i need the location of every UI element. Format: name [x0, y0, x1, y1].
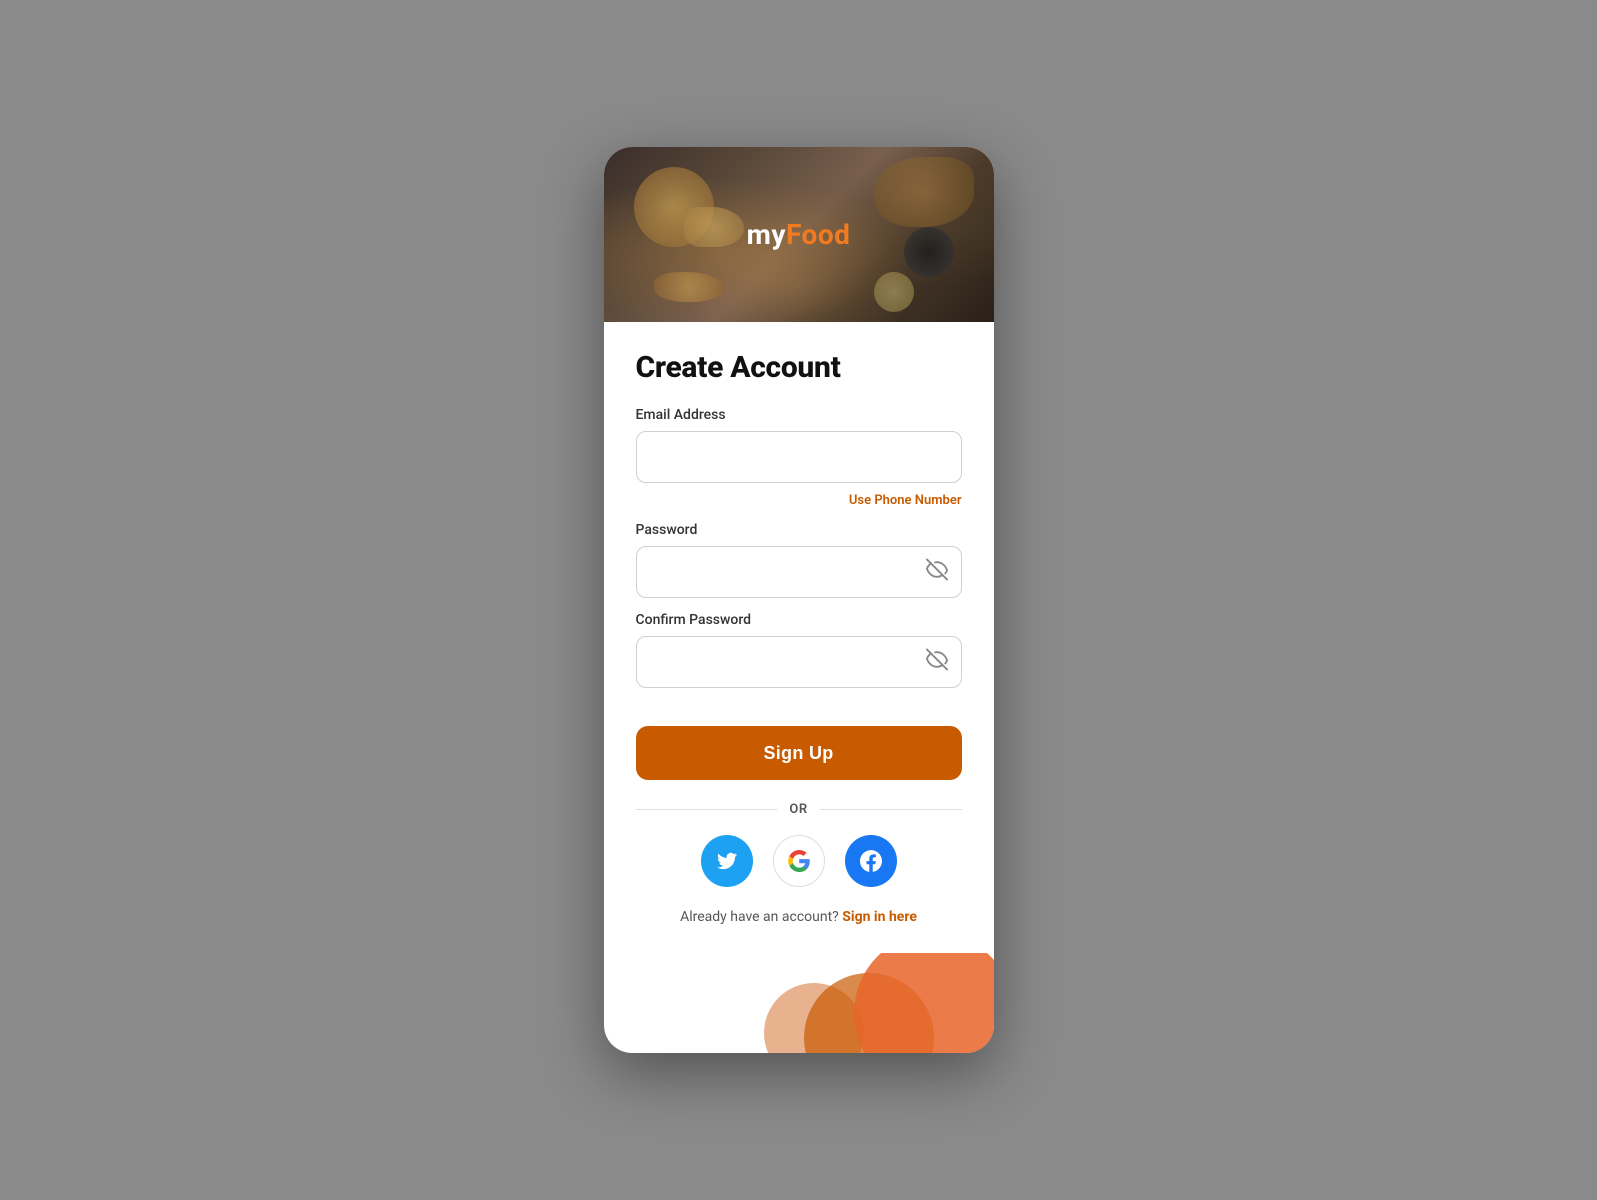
- twitter-signin-button[interactable]: [701, 835, 753, 887]
- food-decoration-4: [904, 227, 954, 277]
- facebook-signin-button[interactable]: [845, 835, 897, 887]
- email-input-wrapper: [636, 431, 962, 483]
- food-decoration-5: [654, 272, 724, 302]
- logo-my: my: [747, 218, 786, 251]
- bottom-decoration: [604, 953, 994, 1053]
- or-text: OR: [789, 802, 807, 817]
- deco-circle-large: [854, 953, 994, 1053]
- deco-circle-small: [764, 983, 864, 1053]
- use-phone-link-container: Use Phone Number: [636, 489, 962, 508]
- food-decoration-3: [874, 157, 974, 227]
- signup-button[interactable]: Sign Up: [636, 726, 962, 780]
- phone-card: myFood Create Account Email Address Use …: [604, 147, 994, 1053]
- password-label: Password: [636, 522, 962, 538]
- email-field-group: Email Address Use Phone Number: [636, 407, 962, 508]
- or-line-right: [820, 809, 962, 810]
- confirm-password-input-wrapper: [636, 636, 962, 688]
- email-input[interactable]: [636, 431, 962, 483]
- confirm-password-field-group: Confirm Password: [636, 612, 962, 688]
- signin-link[interactable]: Sign in here: [842, 909, 917, 925]
- google-signin-button[interactable]: [773, 835, 825, 887]
- header-image: myFood: [604, 147, 994, 322]
- deco-circle-medium: [804, 973, 934, 1053]
- signin-text: Already have an account? Sign in here: [636, 909, 962, 953]
- password-input[interactable]: [636, 546, 962, 598]
- page-title: Create Account: [636, 350, 962, 385]
- email-label: Email Address: [636, 407, 962, 423]
- or-line-left: [636, 809, 778, 810]
- signin-prompt: Already have an account?: [680, 909, 839, 925]
- form-section: Create Account Email Address Use Phone N…: [604, 322, 994, 953]
- confirm-password-input[interactable]: [636, 636, 962, 688]
- food-decoration-2: [684, 207, 744, 247]
- use-phone-link[interactable]: Use Phone Number: [849, 493, 962, 508]
- password-field-group: Password: [636, 522, 962, 598]
- app-logo: myFood: [747, 218, 851, 251]
- confirm-password-toggle-icon[interactable]: [926, 649, 948, 676]
- logo-food: Food: [786, 218, 850, 251]
- food-decoration-6: [874, 272, 914, 312]
- password-input-wrapper: [636, 546, 962, 598]
- password-toggle-icon[interactable]: [926, 559, 948, 586]
- or-divider: OR: [636, 802, 962, 817]
- social-buttons: [636, 835, 962, 887]
- confirm-password-label: Confirm Password: [636, 612, 962, 628]
